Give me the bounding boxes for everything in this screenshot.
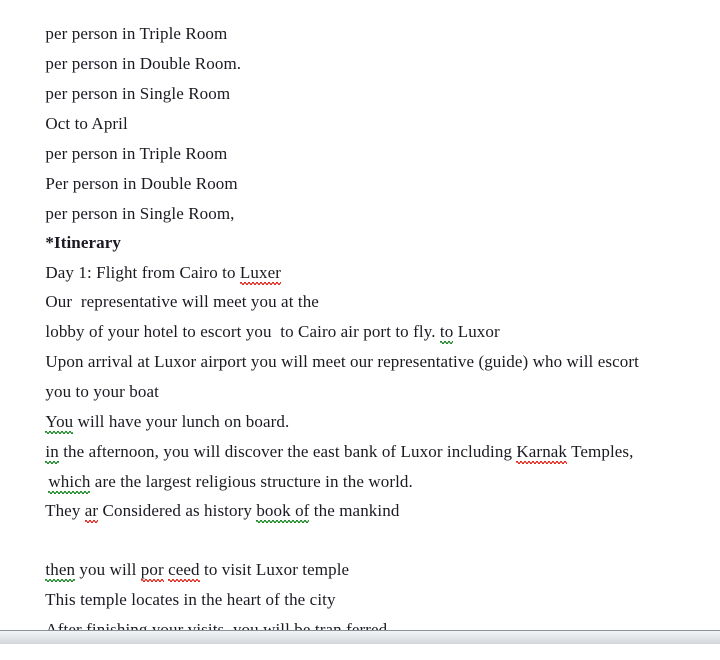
misspelled-word[interactable]: ar [84,501,99,523]
line-text: Temples, [567,442,634,461]
status-bar [0,630,720,644]
line-text: They [45,501,85,520]
grammar-flagged-word[interactable]: book of [256,501,310,523]
misspelled-word[interactable]: Karnak [516,442,567,464]
document-page[interactable]: per person in Triple Room per person in … [0,0,720,642]
line-text: the mankind [309,501,400,520]
line-text: Considered as history [98,501,257,520]
text-line: They ar Considered as history book of th… [28,481,399,541]
